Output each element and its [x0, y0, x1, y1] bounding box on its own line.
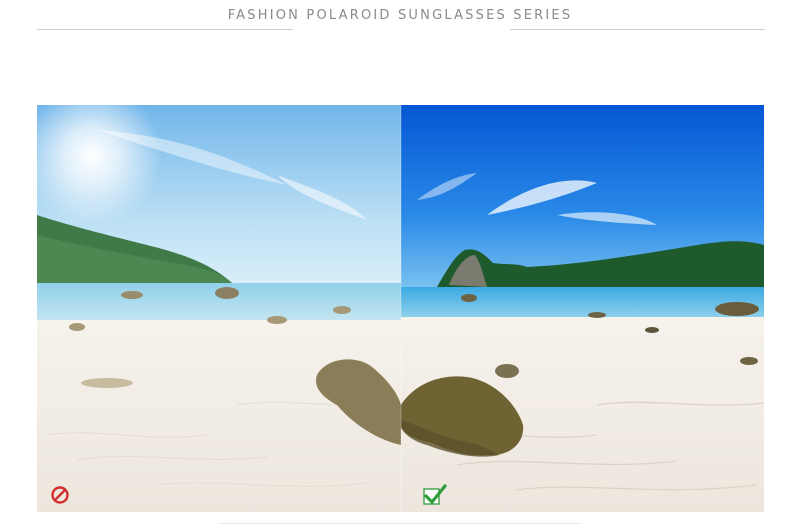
page-header: FASHION POLAROID SUNGLASSES SERIES [0, 0, 800, 60]
header-right-rule [510, 29, 765, 30]
header-left-rule [37, 29, 293, 30]
prohibited-icon [50, 485, 70, 505]
checkmark-icon [423, 483, 447, 505]
beach-comparison-photo [37, 105, 764, 512]
bottom-rule [220, 523, 580, 524]
page-title: FASHION POLAROID SUNGLASSES SERIES [227, 8, 573, 23]
